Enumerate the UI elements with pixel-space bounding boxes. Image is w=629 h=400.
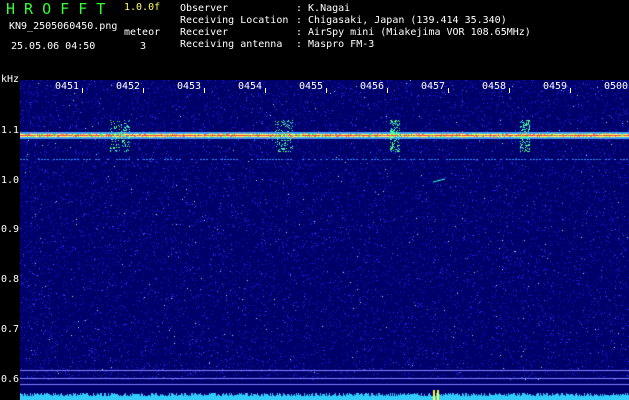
- x-tick-mark: [265, 88, 266, 93]
- y-tick-label: 0.8: [1, 274, 20, 285]
- x-tick-mark: [143, 88, 144, 93]
- location-label: Receiving Location: [180, 15, 289, 26]
- y-tick-label: 0.9: [1, 224, 20, 235]
- spectrogram-canvas: [20, 80, 629, 400]
- x-tick-label: 0459: [543, 81, 568, 92]
- receiver-value: : AirSpy mini (Miakejima VOR 108.65MHz): [296, 27, 531, 38]
- x-tick-mark: [326, 88, 327, 93]
- app-title: H R O F F T: [6, 0, 106, 18]
- x-tick-mark: [82, 88, 83, 93]
- x-tick-label: 0458: [482, 81, 507, 92]
- x-tick-label: 0457: [421, 81, 446, 92]
- x-tick-mark: [204, 88, 205, 93]
- x-tick-label: 0455: [299, 81, 324, 92]
- event-count: 3: [140, 41, 147, 52]
- x-tick-mark: [509, 88, 510, 93]
- x-tick-label: 0500: [604, 81, 629, 92]
- y-tick-label: 0.7: [1, 324, 20, 335]
- x-tick-label: 0454: [238, 81, 263, 92]
- mode-label: meteor: [124, 27, 161, 38]
- file-name: KN9_2505060450.png: [9, 21, 118, 32]
- x-tick-label: 0451: [55, 81, 80, 92]
- x-tick-mark: [448, 88, 449, 93]
- x-tick-mark: [387, 88, 388, 93]
- y-tick-label: 1.0: [1, 175, 20, 186]
- timestamp: 25.05.06 04:50: [11, 41, 96, 52]
- y-tick-label: 0.6: [1, 374, 20, 385]
- header-panel: H R O F F T 1.0.0f KN9_2505060450.png me…: [0, 0, 629, 80]
- y-axis-unit: kHz: [1, 74, 20, 85]
- app-version: 1.0.0f: [124, 2, 161, 13]
- antenna-value: : Maspro FM-3: [296, 39, 375, 50]
- observer-label: Observer: [180, 3, 229, 14]
- receiver-label: Receiver: [180, 27, 229, 38]
- antenna-label: Receiving antenna: [180, 39, 283, 50]
- x-tick-label: 0453: [177, 81, 202, 92]
- x-tick-mark: [570, 88, 571, 93]
- x-tick-label: 0456: [360, 81, 385, 92]
- observer-value: : K.Nagai: [296, 3, 351, 14]
- x-tick-label: 0452: [116, 81, 141, 92]
- location-value: : Chigasaki, Japan (139.414 35.340): [296, 15, 507, 26]
- y-tick-label: 1.1: [1, 125, 20, 136]
